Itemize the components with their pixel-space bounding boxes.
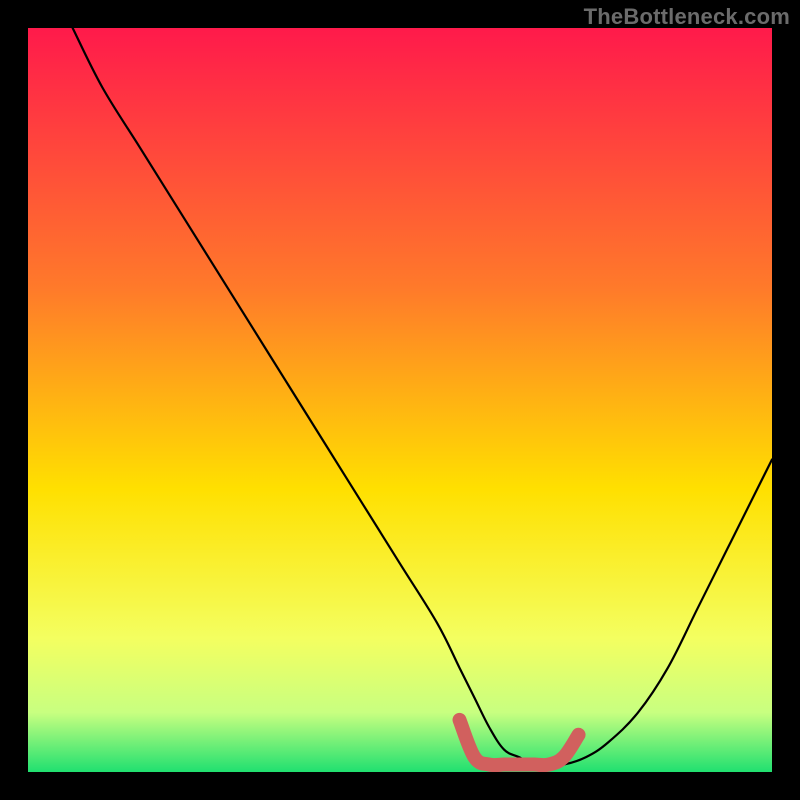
chart-plot-area <box>28 28 772 772</box>
chart-svg <box>28 28 772 772</box>
watermark-text: TheBottleneck.com <box>584 4 790 30</box>
gradient-background <box>28 28 772 772</box>
chart-frame: TheBottleneck.com <box>0 0 800 800</box>
